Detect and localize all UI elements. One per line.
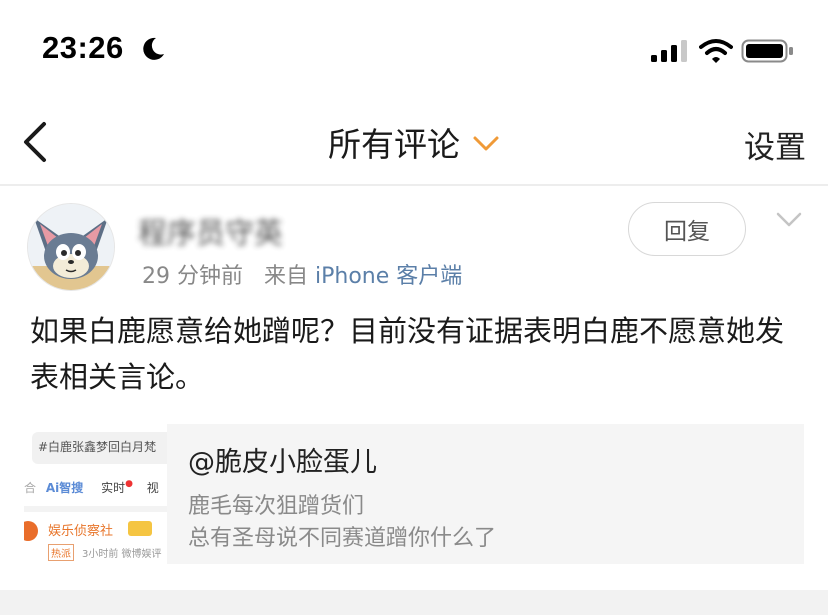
- thumb-meta: 3小时前 微博娱评: [82, 549, 162, 560]
- avatar[interactable]: [27, 203, 115, 291]
- comment-meta: 29 分钟前 来自 iPhone 客户端: [142, 258, 462, 290]
- thumb-badge: 热派: [48, 544, 74, 561]
- comment-item: 程序员守英 29 分钟前 来自 iPhone 客户端 回复 如果白鹿愿意给她蹭呢…: [0, 186, 828, 596]
- card-line-2: 总有圣母说不同赛道蹭你什么了: [188, 526, 497, 551]
- moon-icon: [143, 37, 164, 60]
- nav-bar: 所有评论 设置: [0, 100, 828, 184]
- thumb-tab-ai: Ai智搜: [45, 481, 84, 495]
- source-prefix: 来自: [263, 264, 308, 289]
- thumb-account-name: 娱乐侦察社: [48, 524, 114, 539]
- comment-text: 如果白鹿愿意给她蹭呢？目前没有证据表明白鹿不愿意她发表相关言论。: [30, 314, 785, 394]
- card-line-1: 鹿毛每次狙蹭货们: [188, 494, 365, 519]
- settings-button[interactable]: 设置: [744, 122, 806, 167]
- status-bar: 23:26: [0, 0, 828, 95]
- quoted-post-card[interactable]: #白鹿张鑫梦回白月梵 合 Ai智搜 实时● 视 娱乐侦察社 热派 3小时前 微博…: [24, 424, 804, 564]
- card-thumbnail: #白鹿张鑫梦回白月梵 合 Ai智搜 实时● 视 娱乐侦察社 热派 3小时前 微博…: [24, 424, 167, 564]
- thumb-hashtag: #白鹿张鑫梦回白月梵: [38, 440, 157, 454]
- thumb-tab-cut: 视: [146, 481, 159, 495]
- reply-button[interactable]: 回复: [628, 202, 746, 256]
- thumb-account-avatar: [24, 521, 38, 541]
- battery-icon: [741, 39, 793, 63]
- source-link[interactable]: iPhone 客户端: [315, 264, 462, 289]
- card-title: @脆皮小脸蛋儿: [188, 447, 377, 478]
- thumb-tabs: 合 Ai智搜 实时● 视: [24, 479, 159, 495]
- chevron-down-icon: [473, 136, 499, 151]
- cellular-signal-icon: [651, 40, 687, 62]
- bottom-separator: [0, 590, 828, 615]
- comment-time: 29 分钟前: [142, 264, 243, 289]
- wifi-icon: [699, 39, 733, 63]
- nav-title-group[interactable]: 所有评论: [0, 100, 828, 184]
- more-options-chevron-icon[interactable]: [776, 212, 802, 228]
- username[interactable]: 程序员守英: [138, 210, 283, 252]
- back-arrow-icon[interactable]: [18, 120, 58, 164]
- thumb-vip-badge: [128, 521, 152, 536]
- nav-title: 所有评论: [328, 125, 460, 164]
- tom-cat-avatar-image: [28, 204, 114, 290]
- status-time: 23:26: [42, 30, 124, 65]
- thumb-tab-live: 实时: [101, 481, 126, 495]
